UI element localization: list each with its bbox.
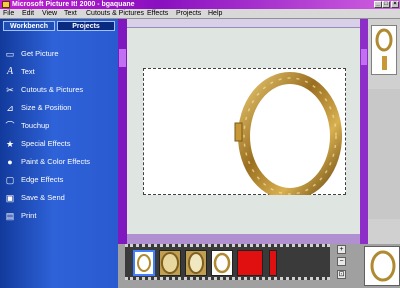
app-icon <box>2 1 10 8</box>
menu-text[interactable]: Text <box>64 9 77 19</box>
left-scrollbar[interactable] <box>118 19 127 244</box>
maximize-button[interactable]: □ <box>382 1 390 8</box>
size-icon: ⊿ <box>6 103 14 113</box>
title-bar: Microsoft Picture It! 2000 - bgaquane _ … <box>0 0 400 9</box>
filmstrip-bar: + − ⊡ <box>118 244 400 288</box>
sidebar-item-save-send[interactable]: ▣ Save & Send <box>0 190 118 206</box>
sidebar-item-label: Cutouts & Pictures <box>21 85 84 94</box>
sidebar-item-label: Size & Position <box>21 103 72 112</box>
horizontal-scrollbar[interactable] <box>127 234 360 244</box>
sidebar-item-label: Get Picture <box>21 49 59 58</box>
menu-projects[interactable]: Projects <box>176 9 201 19</box>
right-panel <box>368 19 400 244</box>
page-canvas[interactable] <box>143 68 346 195</box>
tab-workbench[interactable]: Workbench <box>3 21 55 31</box>
minimize-button[interactable]: _ <box>374 1 382 8</box>
sidebar-item-label: Special Effects <box>21 139 71 148</box>
preview-thumbnail <box>364 246 400 286</box>
sidebar-item-label: Print <box>21 211 37 220</box>
filmstrip <box>125 244 330 280</box>
sidebar-item-label: Touchup <box>21 121 50 130</box>
film-thumb[interactable] <box>211 250 233 276</box>
zoom-in-button[interactable]: + <box>337 245 346 254</box>
edge-icon: ▢ <box>5 175 15 185</box>
window-title: Microsoft Picture It! 2000 - bgaquane <box>12 1 135 8</box>
scroll-thumb[interactable] <box>361 49 367 65</box>
film-thumb[interactable] <box>185 250 207 276</box>
menu-help[interactable]: Help <box>208 9 222 19</box>
touchup-icon: ⌒ <box>5 121 15 131</box>
sidebar-item-paint-color-effects[interactable]: ● Paint & Color Effects <box>0 154 118 170</box>
tab-projects[interactable]: Projects <box>57 21 115 31</box>
film-thumb-red-strip[interactable] <box>269 250 277 276</box>
sidebar-item-special-effects[interactable]: ★ Special Effects <box>0 136 118 152</box>
preview-image <box>370 250 396 282</box>
close-button[interactable]: × <box>391 1 399 8</box>
sidebar-item-size-position[interactable]: ⊿ Size & Position <box>0 100 118 116</box>
save-icon: ▣ <box>5 193 15 203</box>
fit-view-button[interactable]: ⊡ <box>337 270 346 279</box>
sidebar-item-text[interactable]: A Text <box>0 64 118 80</box>
sidebar-item-label: Text <box>21 67 35 76</box>
layer-area <box>368 89 400 219</box>
film-thumb-red[interactable] <box>237 250 263 276</box>
menu-edit[interactable]: Edit <box>22 9 34 19</box>
sidebar-item-label: Edge Effects <box>21 175 64 184</box>
text-a-icon: A <box>6 66 14 77</box>
menu-effects[interactable]: Effects <box>147 9 168 19</box>
film-thumb[interactable] <box>159 250 181 276</box>
sidebar-item-print[interactable]: ▤ Print <box>0 208 118 224</box>
sidebar-item-edge-effects[interactable]: ▢ Edge Effects <box>0 172 118 188</box>
ruler <box>127 19 360 28</box>
workspace <box>127 28 360 234</box>
oval-frame-image[interactable] <box>143 68 346 195</box>
sidebar-item-label: Paint & Color Effects <box>21 157 91 166</box>
menu-file[interactable]: File <box>3 9 14 19</box>
scroll-thumb[interactable] <box>119 49 126 67</box>
menu-cutouts-pictures[interactable]: Cutouts & Pictures <box>86 9 144 19</box>
zoom-out-button[interactable]: − <box>337 257 346 266</box>
sidebar: Workbench Projects ▭ Get Picture A Text … <box>0 19 118 288</box>
scissors-icon: ✂ <box>6 85 14 95</box>
sidebar-item-get-picture[interactable]: ▭ Get Picture <box>0 46 118 62</box>
sidebar-item-touchup[interactable]: ⌒ Touchup <box>0 118 118 134</box>
sidebar-item-label: Save & Send <box>21 193 65 202</box>
star-icon: ★ <box>5 139 15 149</box>
printer-icon: ▤ <box>5 211 15 221</box>
film-thumb-selected[interactable] <box>133 250 155 276</box>
frame-thumbnail[interactable] <box>371 25 397 75</box>
paint-icon: ● <box>7 157 13 167</box>
folder-icon: ▭ <box>5 49 15 59</box>
menu-view[interactable]: View <box>42 9 57 19</box>
frame-thumb-image <box>375 28 393 70</box>
menu-bar: File Edit View Text Cutouts & Pictures E… <box>0 9 400 19</box>
right-scrollbar[interactable] <box>360 19 368 244</box>
sidebar-item-cutouts-pictures[interactable]: ✂ Cutouts & Pictures <box>0 82 118 98</box>
